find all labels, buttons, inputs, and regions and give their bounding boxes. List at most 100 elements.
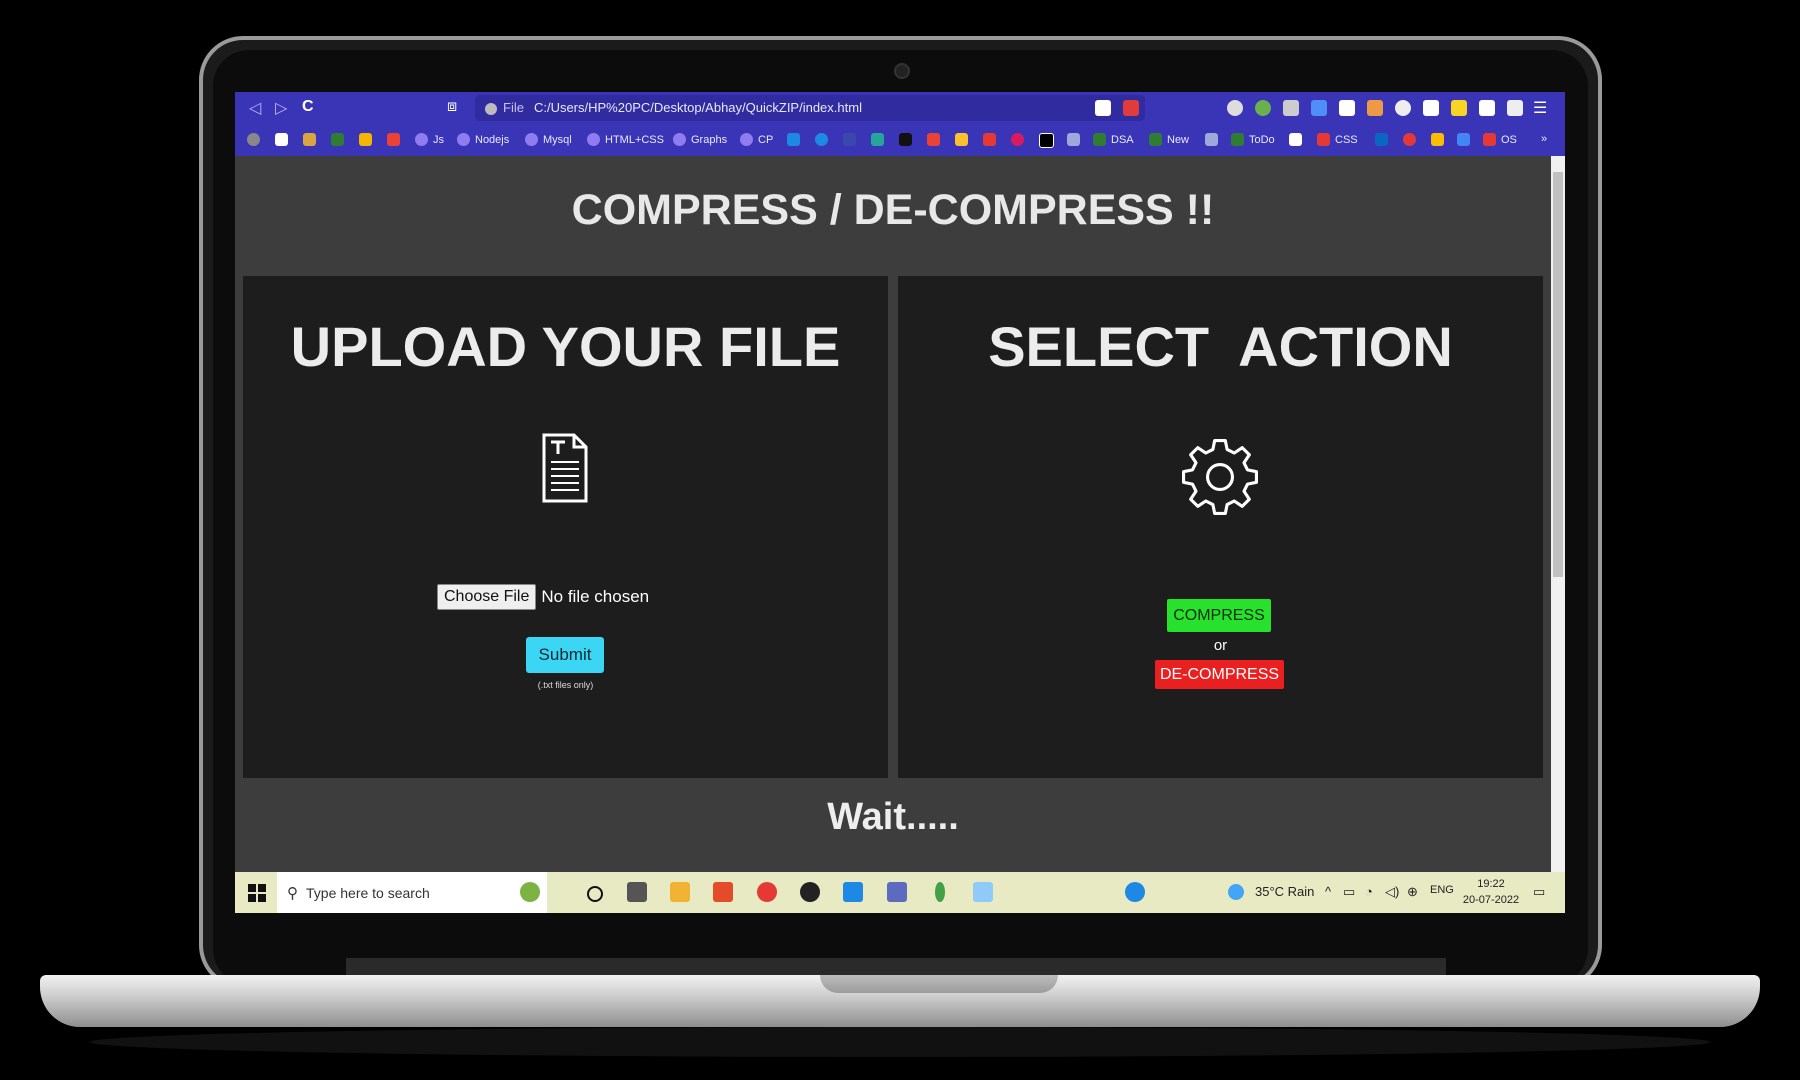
info-icon[interactable]	[485, 102, 497, 115]
bookmark-os[interactable]: OS	[1483, 133, 1517, 146]
brave-shield-icon[interactable]	[1095, 100, 1111, 116]
extension-icon[interactable]	[1339, 100, 1355, 116]
gmail-icon[interactable]	[387, 133, 400, 146]
windows-start-icon[interactable]	[248, 884, 266, 902]
bookmark-icon[interactable]	[331, 133, 344, 146]
docs-icon[interactable]	[1457, 133, 1470, 146]
upload-panel: UPLOAD YOUR FILE Choose File No file cho…	[243, 276, 888, 778]
bookmark-icon[interactable]	[1011, 133, 1024, 146]
scrollbar-thumb[interactable]	[1553, 172, 1563, 577]
brave-icon[interactable]	[713, 882, 733, 902]
laptop-notch	[820, 975, 1058, 993]
teams-icon[interactable]	[887, 882, 907, 902]
linkedin-icon[interactable]	[1375, 133, 1388, 146]
gmail-icon[interactable]	[927, 133, 940, 146]
address-bar[interactable]: File C:/Users/HP%20PC/Desktop/Abhay/Quick…	[475, 95, 1145, 121]
bookmark-icon[interactable]	[871, 133, 884, 146]
weather-icon[interactable]	[1228, 884, 1244, 900]
extension-icon[interactable]	[1451, 100, 1467, 116]
drive-icon[interactable]	[1431, 133, 1444, 146]
obs-icon[interactable]	[800, 882, 820, 902]
or-label: or	[1213, 637, 1228, 654]
search-placeholder: Type here to search	[306, 884, 430, 901]
extension-icon[interactable]	[1311, 100, 1327, 116]
network-icon[interactable]: ◔	[1365, 884, 1373, 899]
bookmark-icon[interactable]	[1289, 133, 1302, 146]
bookmark-icon[interactable]	[815, 133, 828, 146]
extension-icon[interactable]	[1227, 100, 1243, 116]
bookmark-icon[interactable]	[359, 133, 372, 146]
taskbar-search[interactable]: ⚲ Type here to search	[277, 872, 547, 913]
bookmark-dsa[interactable]: DSA	[1093, 133, 1134, 146]
show-hidden-icons-button[interactable]: ^	[1325, 884, 1331, 899]
extension-icon[interactable]	[1367, 100, 1383, 116]
bookmark-new[interactable]: New	[1149, 133, 1189, 146]
bookmark-html-css[interactable]: HTML+CSS	[587, 133, 664, 146]
clock[interactable]: 19:22 20-07-2022	[1461, 876, 1521, 908]
bookmark-icon[interactable]	[303, 133, 316, 146]
bookmark-page-button[interactable]: ⧈	[447, 98, 457, 116]
help-icon[interactable]	[1125, 882, 1145, 902]
bookmark-js[interactable]: Js	[415, 133, 444, 146]
language-indicator[interactable]: ENG	[1430, 884, 1454, 896]
bookmark-graphs[interactable]: Graphs	[673, 133, 727, 146]
extension-icon[interactable]	[1395, 100, 1411, 116]
url-text: C:/Users/HP%20PC/Desktop/Abhay/QuickZIP/…	[533, 100, 862, 115]
extension-icon[interactable]	[1255, 100, 1271, 116]
extension-icon[interactable]	[1283, 100, 1299, 116]
bookmark-icon[interactable]	[247, 133, 260, 146]
wallet-icon[interactable]	[1507, 100, 1523, 116]
scrollbar[interactable]	[1551, 156, 1565, 872]
bookmark-todo[interactable]: ToDo	[1231, 133, 1275, 146]
globe-icon[interactable]: ⊕	[1407, 884, 1418, 900]
brave-rewards-icon[interactable]	[1123, 100, 1139, 116]
bookmark-css[interactable]: CSS	[1317, 133, 1358, 146]
ethereum-icon[interactable]	[1067, 133, 1080, 146]
app-icon[interactable]	[935, 882, 945, 902]
action-panel: SELECT ACTION COMPRESS or DE-COMPRESS	[898, 276, 1543, 778]
bookmark-icon[interactable]	[787, 133, 800, 146]
upload-heading: UPLOAD YOUR FILE	[290, 315, 841, 378]
task-view-icon[interactable]	[627, 882, 647, 902]
bookmark-icon[interactable]	[1403, 133, 1416, 146]
choose-file-button[interactable]: Choose File	[437, 584, 537, 610]
bookmark-nodejs[interactable]: Nodejs	[457, 133, 509, 146]
news-widget-icon[interactable]	[520, 882, 540, 902]
gear-icon	[1182, 439, 1258, 515]
reload-button[interactable]: C	[302, 98, 314, 116]
bookmark-icon[interactable]	[955, 133, 968, 146]
vscode-icon[interactable]	[843, 882, 863, 902]
bookmark-icon[interactable]	[1039, 133, 1054, 148]
scheme-label: File	[503, 100, 524, 115]
bookmark-cp[interactable]: CP	[740, 133, 773, 146]
app-icon[interactable]	[973, 882, 993, 902]
menu-icon[interactable]: ☰	[1533, 98, 1547, 118]
terminal-icon[interactable]	[899, 133, 912, 146]
submit-button[interactable]: Submit	[526, 637, 604, 673]
file-input[interactable]: Choose File No file chosen	[437, 584, 649, 610]
youtube-icon[interactable]	[983, 133, 996, 146]
laptop-hinge	[346, 958, 1446, 975]
chrome-icon[interactable]	[757, 882, 777, 902]
volume-icon[interactable]: ◁)	[1385, 884, 1399, 900]
weather-text[interactable]: 35°C Rain	[1255, 884, 1314, 899]
web-page: COMPRESS / DE-COMPRESS !! UPLOAD YOUR FI…	[235, 156, 1551, 872]
file-type-hint: (.txt files only)	[537, 680, 594, 690]
compress-button[interactable]: COMPRESS	[1167, 599, 1271, 632]
battery-icon[interactable]: ▭	[1343, 884, 1355, 900]
bookmark-icon[interactable]	[275, 133, 288, 146]
more-bookmarks-button[interactable]: »	[1541, 133, 1547, 145]
browser-toolbar: ◁ ▷ C ⧈ File C:/Users/HP%20PC/Desktop/Abh…	[235, 92, 1565, 124]
laptop-shadow	[90, 1027, 1710, 1057]
file-explorer-icon[interactable]	[670, 882, 690, 902]
back-button[interactable]: ◁	[249, 98, 261, 118]
puzzle-icon[interactable]	[1479, 100, 1495, 116]
cortana-icon[interactable]	[587, 886, 603, 902]
forward-button[interactable]: ▷	[275, 98, 287, 118]
ethereum-icon[interactable]	[1205, 133, 1218, 146]
decompress-button[interactable]: DE-COMPRESS	[1155, 660, 1284, 689]
extension-icon[interactable]	[1423, 100, 1439, 116]
bookmark-mysql[interactable]: Mysql	[525, 133, 572, 146]
notification-icon[interactable]: ▭	[1533, 884, 1545, 900]
bookmark-icon[interactable]	[843, 133, 856, 146]
